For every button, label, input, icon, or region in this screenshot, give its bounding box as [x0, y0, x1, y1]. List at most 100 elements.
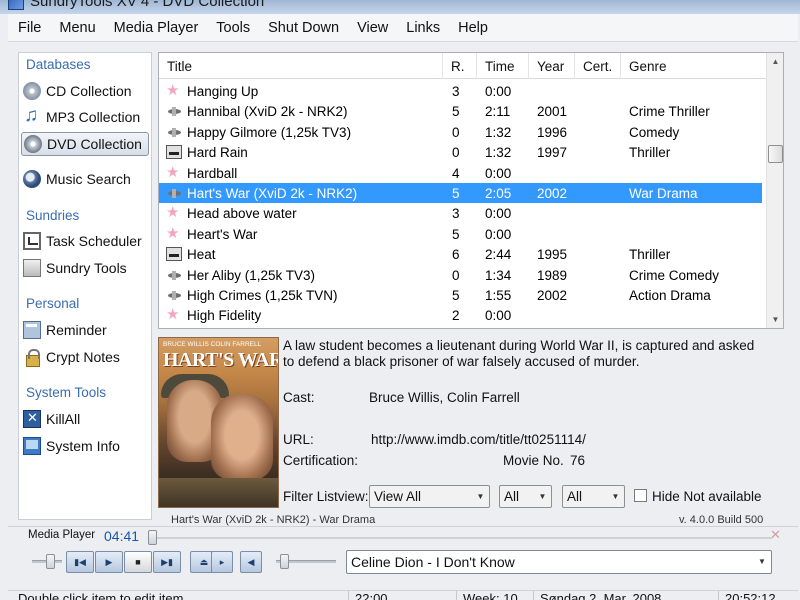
table-row[interactable]: Hard Rain 0 1:32 1997 Thriller — [159, 142, 762, 162]
cell-rating: 0 — [452, 124, 460, 140]
menu-help[interactable]: Help — [449, 20, 497, 36]
cell-time: 0:00 — [485, 165, 512, 181]
balance-slider-thumb[interactable] — [280, 554, 289, 569]
sidebar-item-killall[interactable]: KillAll — [21, 407, 149, 431]
cell-cert — [583, 244, 621, 264]
filter3-select[interactable]: All ▼ — [562, 485, 625, 508]
cell-rating: 3 — [452, 206, 460, 222]
star-icon — [166, 203, 182, 221]
table-row[interactable]: Head above water 3 0:00 — [159, 203, 762, 223]
column-header-year[interactable]: Year — [529, 53, 575, 79]
sidebar-item-cd-collection[interactable]: CD Collection — [21, 79, 149, 103]
close-player-icon[interactable]: ✕ — [770, 527, 781, 543]
cell-title: Hardball — [187, 165, 238, 181]
menu-view[interactable]: View — [348, 20, 397, 36]
cell-time: 0:00 — [485, 206, 512, 222]
url-label: URL: — [283, 432, 314, 447]
status-clock: 20:52:12 — [718, 591, 776, 600]
scroll-thumb[interactable] — [768, 145, 783, 163]
sidebar-item-sundry-tools[interactable]: Sundry Tools — [21, 256, 149, 280]
table-row[interactable]: Hanging Up 3 0:00 — [159, 81, 762, 101]
media-player: Media Player 04:41 ✕ ▮◀ ▶ ■ ▶▮ ⏏ ▸ ◀ Cel… — [8, 526, 798, 582]
satellite-icon — [166, 288, 182, 302]
menu-tools[interactable]: Tools — [207, 20, 259, 36]
sidebar-item-task-scheduler[interactable]: Task Scheduler — [21, 229, 149, 253]
previous-button[interactable]: ▮◀ — [66, 551, 94, 573]
sidebar-item-label: Task Scheduler — [46, 233, 142, 249]
movie-poster: BRUCE WILLIS COLIN FARRELL HART'S WAR — [158, 337, 279, 508]
satellite-icon — [166, 268, 182, 282]
poster-credits: BRUCE WILLIS COLIN FARRELL — [163, 341, 262, 348]
menu-menu[interactable]: Menu — [50, 20, 104, 36]
column-header-rating[interactable]: R. — [443, 53, 477, 79]
movie-list[interactable]: Title R. Time Year Cert. Genre Hanging U… — [158, 52, 784, 329]
table-row[interactable]: Her Aliby (1,25k TV3) 0 1:34 1989 Crime Come… — [159, 265, 762, 285]
column-header-genre[interactable]: Genre — [621, 53, 766, 79]
star-icon — [166, 305, 182, 323]
mute-button[interactable]: ◀ — [240, 551, 262, 573]
sidebar-item-system-info[interactable]: System Info — [21, 434, 149, 458]
title-bar: SundryTools XV 4 - DVD Collection — [0, 0, 800, 14]
table-row[interactable]: Hart's War (XviD 2k - NRK2) 5 2:05 2002 War … — [159, 183, 762, 203]
position-slider-thumb[interactable] — [148, 530, 157, 545]
sidebar-item-mp3-collection[interactable]: MP3 Collection — [21, 105, 149, 129]
menu-file[interactable]: File — [8, 20, 50, 36]
cell-time: 2:05 — [485, 186, 512, 201]
cell-rating: 5 — [452, 226, 460, 242]
view-filter-select[interactable]: View All ▼ — [369, 485, 490, 508]
column-header-time[interactable]: Time — [477, 53, 529, 79]
volume-slider-thumb[interactable] — [46, 554, 55, 569]
menu-media-player[interactable]: Media Player — [105, 20, 208, 36]
cell-cert — [583, 101, 621, 121]
cell-title: Hanging Up — [187, 84, 259, 99]
cell-title: Hannibal (XviD 2k - NRK2) — [187, 104, 348, 120]
filter-label: Filter Listview: — [283, 489, 369, 504]
sidebar-item-dvd-collection[interactable]: DVD Collection — [21, 132, 149, 156]
now-playing-select[interactable]: Celine Dion - I Don't Know ▼ — [346, 550, 772, 574]
cell-time: 1:32 — [485, 124, 512, 140]
table-row[interactable]: High Fidelity 2 0:00 — [159, 305, 762, 325]
status-hint: Double click item to edit item. — [18, 591, 188, 600]
cell-year: 1997 — [537, 145, 568, 161]
url-value[interactable]: http://www.imdb.com/title/tt0251114/ — [371, 432, 586, 447]
cell-rating: 4 — [452, 165, 460, 181]
scroll-up-icon[interactable]: ▲ — [767, 53, 783, 70]
poster-scene — [159, 478, 278, 507]
star-icon — [166, 81, 182, 99]
filter2-select[interactable]: All ▼ — [499, 485, 552, 508]
cell-time: 2:11 — [485, 104, 511, 120]
table-row[interactable]: Heart's War 5 0:00 — [159, 224, 762, 244]
cell-genre: Comedy — [629, 124, 680, 140]
cell-title: Heat — [187, 247, 216, 263]
table-row[interactable]: Happy Gilmore (1,25k TV3) 0 1:32 1996 Comedy — [159, 122, 762, 142]
table-row[interactable]: Hannibal (XviD 2k - NRK2) 5 2:11 2001 Crime … — [159, 101, 762, 121]
open-button[interactable]: ▸ — [211, 551, 233, 573]
menu-links[interactable]: Links — [397, 20, 449, 36]
table-row[interactable]: Hardball 4 0:00 — [159, 163, 762, 183]
sidebar-item-crypt-notes[interactable]: Crypt Notes — [21, 345, 149, 369]
table-row[interactable]: Heat 6 2:44 1995 Thriller — [159, 244, 762, 264]
list-scrollbar[interactable]: ▲ ▼ — [766, 53, 783, 328]
sidebar-item-reminder[interactable]: Reminder — [21, 318, 149, 342]
table-row[interactable]: High Crimes (1,25k TVN) 5 1:55 2002 Action D… — [159, 285, 762, 305]
next-button[interactable]: ▶▮ — [153, 551, 181, 573]
cell-genre: Thriller — [629, 145, 671, 161]
list-header: Title R. Time Year Cert. Genre — [159, 53, 766, 79]
chevron-down-icon: ▼ — [476, 492, 485, 501]
column-header-cert[interactable]: Cert. — [575, 53, 621, 79]
cell-time: 0:00 — [485, 226, 512, 242]
task-scheduler-icon — [23, 232, 41, 250]
menu-bar: File Menu Media Player Tools Shut Down V… — [8, 14, 798, 42]
stop-button[interactable]: ■ — [124, 551, 152, 573]
sidebar-item-music-search[interactable]: Music Search — [21, 167, 149, 191]
cell-title: Her Aliby (1,25k TV3) — [187, 267, 316, 283]
now-playing-value: Celine Dion - I Don't Know — [351, 554, 515, 570]
hide-not-available-checkbox[interactable] — [634, 489, 647, 502]
position-slider[interactable] — [148, 537, 772, 539]
column-header-title[interactable]: Title — [159, 53, 443, 79]
cell-cert — [583, 203, 621, 223]
cell-year: 1996 — [537, 124, 568, 140]
scroll-down-icon[interactable]: ▼ — [767, 311, 783, 328]
play-button[interactable]: ▶ — [95, 551, 123, 573]
menu-shut-down[interactable]: Shut Down — [259, 20, 348, 36]
